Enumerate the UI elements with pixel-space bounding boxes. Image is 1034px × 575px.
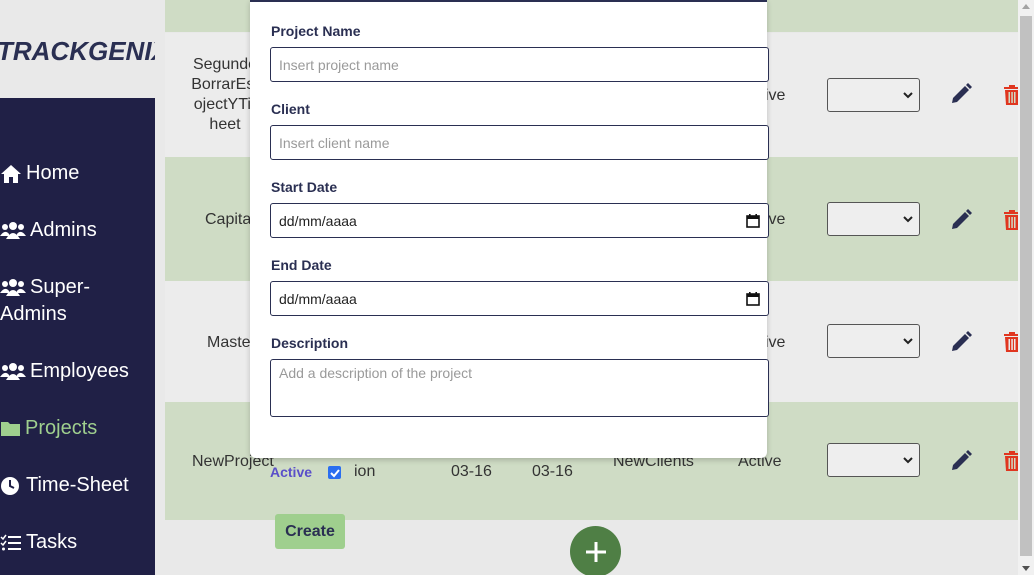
description-cell: ion — [354, 463, 376, 480]
status-select[interactable] — [827, 78, 920, 112]
end-date-input[interactable]: dd/mm/aaaa — [270, 281, 769, 316]
edit-icon[interactable] — [950, 209, 972, 231]
status-select[interactable] — [827, 324, 920, 358]
end-date-label: End Date — [271, 257, 332, 273]
edit-icon[interactable] — [950, 450, 972, 472]
description-label: Description — [271, 335, 349, 351]
start-date-value: dd/mm/aaaa — [279, 212, 357, 229]
sidebar-item-label: Employees — [30, 360, 129, 382]
status-cell: ive — [765, 334, 786, 351]
sidebar-item-admins[interactable]: Admins — [0, 217, 97, 244]
status-cell: ive — [765, 87, 786, 104]
status-select[interactable] — [827, 443, 920, 477]
users-icon — [0, 217, 30, 244]
start-date-cell: 03-16 — [451, 463, 492, 480]
sidebar-item-label-line2: Admins — [0, 303, 67, 325]
start-date-input[interactable]: dd/mm/aaaa — [270, 203, 769, 238]
client-label: Client — [271, 101, 310, 117]
sidebar-item-label: Time-Sheet — [26, 474, 129, 496]
page-scrollbar[interactable] — [1018, 0, 1034, 575]
create-button[interactable]: Create — [275, 514, 345, 549]
active-checkbox[interactable] — [328, 466, 341, 479]
tasks-icon — [0, 529, 26, 556]
project-name-cell: Maste — [207, 334, 251, 351]
project-name-cell: Capita — [205, 211, 252, 228]
end-date-value: dd/mm/aaaa — [279, 290, 357, 307]
edit-icon[interactable] — [950, 83, 972, 105]
sidebar-item-projects[interactable]: Projects — [0, 415, 97, 442]
sidebar-item-home[interactable]: Home — [0, 160, 79, 187]
project-name-label: Project Name — [271, 23, 361, 39]
status-select[interactable] — [827, 202, 920, 236]
sidebar-item-label: Projects — [25, 417, 98, 439]
folder-icon — [0, 415, 25, 442]
scroll-thumb[interactable] — [1020, 16, 1032, 556]
chevron-down-icon — [903, 92, 913, 99]
add-project-button[interactable] — [570, 526, 621, 575]
scroll-up-arrow[interactable] — [1022, 4, 1030, 9]
plus-icon — [585, 541, 606, 562]
start-date-label: Start Date — [271, 179, 338, 195]
app-logo: TRACKGENIX — [0, 36, 155, 66]
calendar-icon[interactable] — [746, 292, 760, 306]
create-project-modal: Project Name Client Start Date dd/mm/aaa… — [250, 0, 769, 458]
sidebar: TRACKGENIX Home Admins Super- Admins Emp… — [0, 0, 155, 575]
scroll-down-arrow[interactable] — [1022, 566, 1030, 571]
description-textarea[interactable] — [270, 359, 769, 417]
chevron-down-icon — [903, 338, 913, 345]
chevron-down-icon — [903, 216, 913, 223]
clock-icon — [0, 472, 26, 499]
sidebar-item-tasks[interactable]: Tasks — [0, 529, 77, 556]
calendar-icon[interactable] — [746, 214, 760, 228]
sidebar-item-time-sheet[interactable]: Time-Sheet — [0, 472, 129, 499]
end-date-cell: 03-16 — [532, 463, 573, 480]
edit-icon[interactable] — [950, 331, 972, 353]
users-icon — [0, 274, 30, 301]
sidebar-item-employees[interactable]: Employees — [0, 358, 129, 385]
sidebar-item-label: Tasks — [26, 531, 78, 553]
sidebar-item-super-admins[interactable]: Super- Admins — [0, 274, 90, 328]
logo-area: TRACKGENIX — [0, 0, 155, 98]
sidebar-item-label-line1: Super- — [30, 276, 91, 298]
sidebar-item-label: Home — [26, 162, 80, 184]
project-name-input[interactable] — [270, 47, 769, 82]
client-input[interactable] — [270, 125, 769, 160]
home-icon — [0, 160, 26, 187]
users-icon — [0, 358, 30, 385]
active-label: Active — [270, 464, 313, 480]
check-icon — [329, 468, 340, 477]
sidebar-item-label: Admins — [30, 219, 97, 241]
chevron-down-icon — [903, 457, 913, 464]
